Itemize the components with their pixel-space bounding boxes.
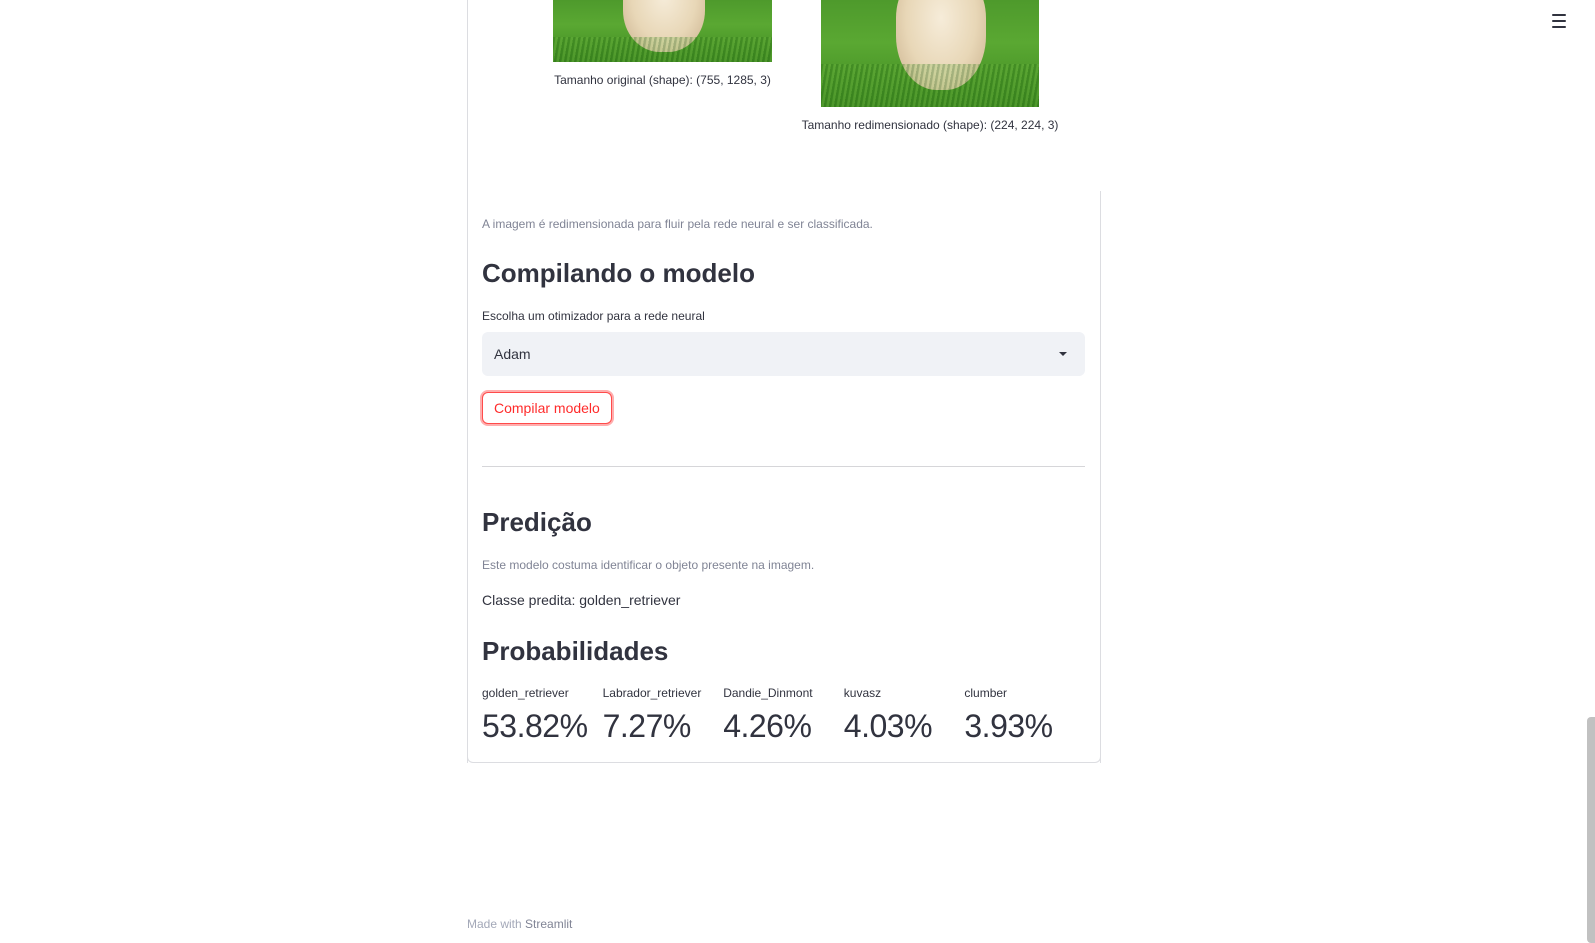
metric-label: Dandie_Dinmont [723,686,813,700]
metric-value: 7.27% [602,708,692,744]
optimizer-select[interactable]: Adam [482,332,1085,376]
section-divider [482,466,1085,467]
metric-value: 53.82% [482,708,588,744]
metric-label: clumber [964,686,1008,700]
metric-item: clumber 3.93% [964,686,1085,745]
metric-item: kuvasz 4.03% [844,686,965,745]
container-bottom-border [467,752,1101,763]
metric-item: Labrador_retriever 7.27% [603,686,724,745]
footer: Made with Streamlit [467,917,572,931]
container-right-border [1100,191,1101,763]
original-image-caption: Tamanho original (shape): (755, 1285, 3) [554,73,771,87]
metric-item: Dandie_Dinmont 4.26% [723,686,844,745]
prediction-heading: Predição [482,507,592,537]
footer-streamlit-link[interactable]: Streamlit [525,917,572,931]
container-left-border [467,0,468,763]
scrollbar-thumb[interactable] [1587,717,1595,943]
original-image [553,0,772,62]
compile-model-button[interactable]: Compilar modelo [482,392,612,424]
app-page: Tamanho original (shape): (755, 1285, 3)… [0,0,1595,943]
optimizer-select-value: Adam [494,346,531,362]
resize-note: A imagem é redimensionada para fluir pel… [482,217,873,231]
metric-value: 4.03% [843,708,933,744]
predicted-class: Classe predita: golden_retriever [482,592,681,608]
hamburger-menu-icon[interactable] [1552,14,1566,28]
optimizer-select-label: Escolha um otimizador para a rede neural [482,309,705,323]
footer-prefix: Made with [467,917,522,931]
metric-label: golden_retriever [482,686,569,700]
metric-label: kuvasz [843,686,882,700]
metric-label: Labrador_retriever [602,686,702,700]
resized-image [821,0,1039,107]
probabilities-heading: Probabilidades [482,636,669,666]
caret-down-icon [1059,352,1067,356]
metric-value: 4.26% [723,708,812,744]
prediction-note: Este modelo costuma identificar o objeto… [482,558,815,572]
compile-heading: Compilando o modelo [482,258,755,288]
probability-metrics: golden_retriever 53.82% Labrador_retriev… [482,686,1085,745]
metric-item: golden_retriever 53.82% [482,686,603,745]
metric-value: 3.93% [964,708,1053,744]
resized-image-caption: Tamanho redimensionado (shape): (224, 22… [801,118,1059,132]
